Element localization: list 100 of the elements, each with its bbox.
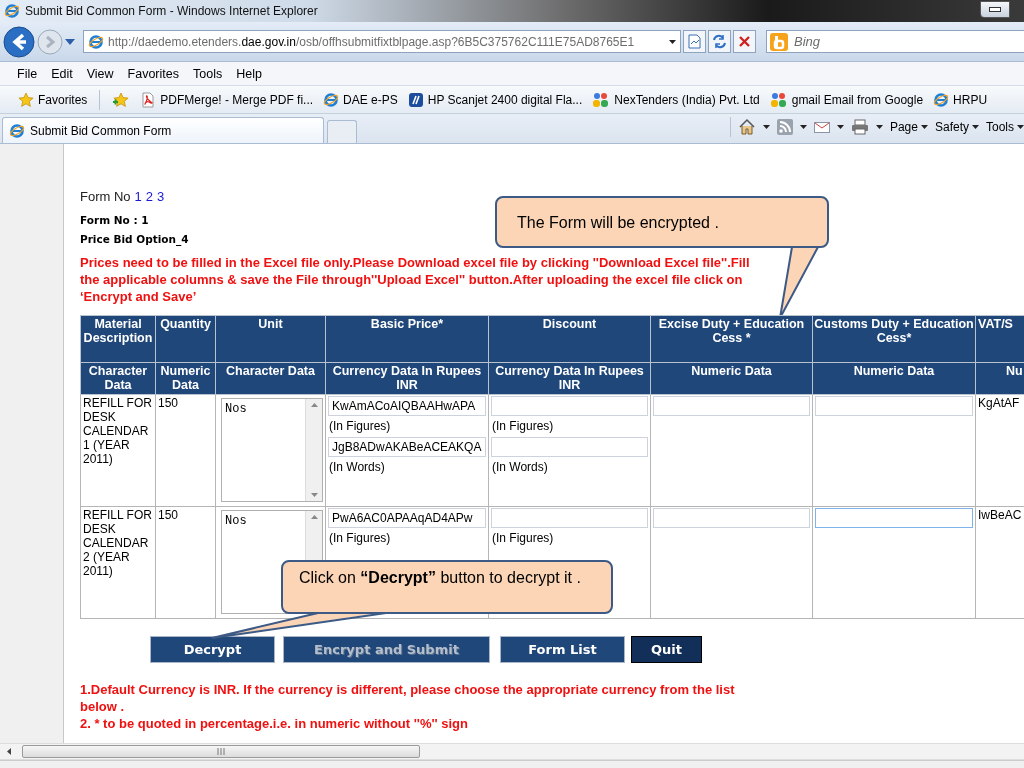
add-favorite-icon[interactable] bbox=[112, 91, 131, 108]
column-header: Basic Price* bbox=[325, 315, 489, 363]
field-label: (In Figures) bbox=[492, 531, 555, 546]
field-label: (In Figures) bbox=[492, 419, 555, 434]
text-field[interactable] bbox=[653, 396, 810, 416]
form-label: Form No bbox=[80, 188, 131, 204]
favorites-button[interactable]: Favorites bbox=[18, 91, 88, 108]
people-icon bbox=[592, 91, 611, 108]
column-header: Material Description bbox=[80, 315, 156, 363]
column-header: Quantity bbox=[155, 315, 216, 363]
scroll-thumb[interactable] bbox=[22, 745, 420, 758]
text-field[interactable] bbox=[815, 396, 973, 416]
column-header: VAT/S bbox=[975, 315, 1024, 363]
text-field[interactable] bbox=[491, 508, 648, 528]
column-type-header: Numeric Data bbox=[155, 362, 216, 395]
text-area[interactable]: Nos bbox=[221, 398, 323, 502]
favorite-link[interactable]: DAE e-PS bbox=[323, 91, 398, 108]
menu-item[interactable]: Edit bbox=[44, 64, 80, 83]
scroll-up-icon[interactable] bbox=[310, 515, 318, 519]
scroll-up-icon[interactable] bbox=[310, 403, 318, 407]
form-button[interactable]: Decrypt bbox=[150, 636, 275, 663]
text-field[interactable]: PwA6AC0APAAqAD4APw bbox=[328, 508, 486, 528]
compatibility-view-icon[interactable] bbox=[683, 30, 706, 53]
table-cell: 150 bbox=[155, 394, 216, 507]
favorite-link[interactable]: HP Scanjet 2400 digital Fla... bbox=[407, 91, 583, 108]
caret-icon[interactable] bbox=[669, 39, 676, 44]
column-header: Discount bbox=[488, 315, 651, 363]
printer-icon[interactable] bbox=[850, 119, 869, 135]
close-icon[interactable] bbox=[733, 30, 756, 53]
text-field[interactable] bbox=[491, 437, 648, 457]
caret-icon[interactable] bbox=[836, 125, 844, 129]
column-header: Unit bbox=[215, 315, 326, 363]
command-button[interactable]: Safety bbox=[934, 120, 979, 134]
table-cell: 150 bbox=[155, 506, 216, 619]
caret-icon bbox=[1017, 125, 1024, 129]
field-label: (In Words) bbox=[329, 460, 386, 475]
column-type-header: Numeric Data bbox=[812, 362, 976, 395]
logo-icon bbox=[407, 91, 424, 108]
column-type-header: Nu bbox=[975, 362, 1024, 395]
people-icon bbox=[769, 91, 788, 108]
text-field[interactable] bbox=[815, 508, 973, 528]
home-icon[interactable] bbox=[737, 118, 756, 136]
refresh-icon[interactable] bbox=[708, 30, 731, 53]
option-title: Price Bid Option_4 bbox=[80, 233, 189, 247]
browser-icon bbox=[323, 91, 340, 108]
favorite-link[interactable]: PDFMerge! - Merge PDF fi... bbox=[140, 91, 314, 108]
menu-item[interactable]: File bbox=[10, 64, 45, 83]
text-field[interactable]: KwAmACoAIQBAAHwAPA bbox=[328, 396, 486, 416]
caret-icon bbox=[972, 125, 979, 129]
search-field[interactable]: Bing bbox=[766, 30, 1024, 53]
form-link[interactable]: 2 bbox=[145, 188, 154, 204]
search-engine-icon bbox=[770, 32, 788, 51]
menu-item[interactable]: Favorites bbox=[120, 64, 186, 83]
favorite-link[interactable]: HRPU bbox=[933, 91, 988, 108]
address-field[interactable]: http://daedemo.etenders.dae.gov.in/osb/offhsubmitfixtblpage.asp?6B5C375762C111E75AD8765E1 bbox=[83, 30, 681, 53]
caret-icon[interactable] bbox=[799, 125, 807, 129]
table-cell: REFILL FOR DESK CALENDAR 2 (YEAR 2011) bbox=[80, 506, 156, 619]
text-field[interactable] bbox=[491, 396, 648, 416]
caret-icon[interactable] bbox=[875, 125, 883, 129]
instructions-text: Prices need to be filled in the Excel file only.Please Download excel file by clicking ''Download Excel file''.Fill the applicable columns & save the File through''Upload Excel'' button.After uploading the excel file click on ‘Encrypt and Save’ bbox=[80, 254, 751, 305]
column-type-header: Currency Data In Rupees INR bbox=[488, 362, 651, 395]
table-cell: REFILL FOR DESK CALENDAR 1 (YEAR 2011) bbox=[80, 394, 156, 507]
form-button[interactable]: Form List bbox=[500, 636, 625, 663]
form-button[interactable]: Quit bbox=[631, 636, 702, 663]
feed-icon[interactable] bbox=[776, 119, 793, 135]
menu-item[interactable]: View bbox=[79, 64, 121, 83]
caret-icon[interactable] bbox=[762, 125, 770, 129]
favorite-link[interactable]: NexTenders (India) Pvt. Ltd bbox=[592, 91, 760, 108]
minimize-button[interactable] bbox=[980, 1, 1010, 18]
menu-item[interactable]: Help bbox=[229, 64, 269, 83]
browser-tab[interactable]: Submit Bid Common Form bbox=[2, 117, 324, 143]
favorite-link[interactable]: gmail Email from Google bbox=[769, 91, 924, 108]
mail-icon[interactable] bbox=[813, 120, 830, 134]
browser-icon bbox=[933, 91, 950, 108]
window-title: Submit Bid Common Form - Windows Internet Explorer bbox=[25, 4, 318, 18]
form-number: Form No : 1 bbox=[80, 214, 149, 228]
form-link[interactable]: 1 bbox=[134, 188, 142, 204]
pdf-icon bbox=[140, 91, 157, 108]
field-label: (In Words) bbox=[492, 460, 549, 475]
text-field[interactable]: JgB8ADwAKABeACEAKQA bbox=[328, 437, 486, 457]
caret-icon bbox=[920, 125, 928, 129]
note-text: 1.Default Currency is INR. If the currency is different, please choose the appropriate currency from the list below . bbox=[80, 681, 736, 715]
form-link[interactable]: 3 bbox=[157, 188, 165, 204]
column-header: Excise Duty + Education Cess * bbox=[650, 315, 813, 363]
column-type-header: Numeric Data bbox=[650, 362, 813, 395]
field-label: (In Figures) bbox=[329, 531, 392, 546]
scroll-down-icon[interactable] bbox=[310, 493, 318, 497]
column-type-header: Character Data bbox=[80, 362, 156, 395]
note-text: 2. * to be quoted in percentage.i.e. in numeric without ''%'' sign bbox=[80, 715, 469, 732]
browser-icon bbox=[88, 33, 104, 50]
star-icon bbox=[18, 91, 34, 108]
column-type-header: Character Data bbox=[215, 362, 326, 395]
field-label: (In Figures) bbox=[329, 419, 392, 434]
back-icon[interactable] bbox=[3, 25, 35, 58]
command-button[interactable]: Tools bbox=[986, 120, 1024, 134]
text-field[interactable] bbox=[653, 508, 810, 528]
menu-item[interactable]: Tools bbox=[186, 64, 230, 83]
command-button[interactable]: Page bbox=[889, 120, 928, 134]
browser-icon bbox=[9, 122, 25, 139]
column-header: Customs Duty + Education Cess* bbox=[812, 315, 976, 363]
